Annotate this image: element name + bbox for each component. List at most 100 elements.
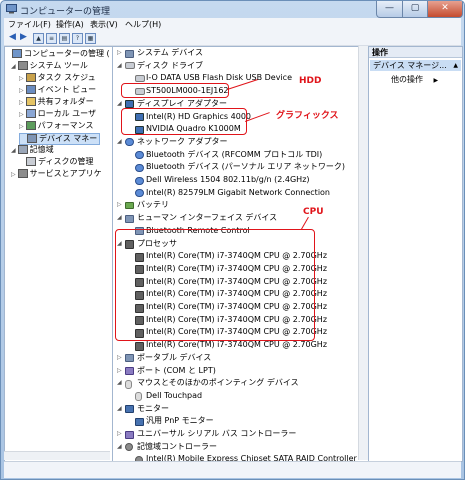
properties-icon[interactable]: ▤: [59, 33, 70, 44]
expand-arrow-icon[interactable]: ▷: [117, 353, 122, 363]
expand-arrow-icon[interactable]: ▷: [19, 111, 24, 118]
device-item[interactable]: Dell Touchpad: [146, 391, 202, 401]
expand-arrow-icon[interactable]: ▷: [117, 48, 122, 58]
processor-icon: [135, 341, 144, 351]
menu-file[interactable]: ファイル(F): [8, 19, 51, 30]
show-tree-icon[interactable]: ≡: [46, 33, 57, 44]
tree-item-label: コンピューターの管理 (: [24, 49, 110, 58]
cpu-annotation: CPU: [303, 207, 324, 217]
tree-item[interactable]: ▷ タスク スケジュ: [19, 73, 98, 83]
actions-more[interactable]: 他の操作 ▶: [391, 74, 438, 85]
horizontal-scrollbar[interactable]: [4, 451, 110, 460]
status-bar: [4, 461, 461, 478]
storage-icon: [17, 145, 28, 154]
tree-item[interactable]: ▷ ローカル ユーザ: [19, 109, 98, 119]
title-bar[interactable]: コンピューターの管理 — ▢ ✕: [1, 1, 464, 18]
device-category[interactable]: システム デバイス: [137, 48, 203, 58]
expand-arrow-icon[interactable]: ◢: [117, 404, 122, 414]
device-item[interactable]: I-O DATA USB Flash Disk USB Device: [146, 73, 292, 83]
expand-arrow-icon[interactable]: ▷: [19, 75, 24, 82]
device-category[interactable]: ポータブル デバイス: [137, 353, 211, 363]
tree-item[interactable]: ▷ サービスとアプリケ: [11, 169, 104, 179]
tools-icon: [17, 61, 28, 70]
tree-item[interactable]: コンピューターの管理 (: [5, 49, 112, 59]
expand-arrow-icon[interactable]: ◢: [117, 213, 122, 223]
tree-item-label: パフォーマンス: [37, 121, 94, 130]
expand-arrow-icon[interactable]: ◢: [117, 99, 122, 109]
expand-arrow-icon[interactable]: ◢: [117, 137, 122, 147]
device-category[interactable]: ディスク ドライブ: [137, 61, 203, 71]
tree-item-label: タスク スケジュ: [37, 73, 96, 82]
device-item[interactable]: Bluetooth デバイス (RFCOMM プロトコル TDI): [146, 150, 322, 160]
help-icon[interactable]: ?: [72, 33, 83, 44]
device-category[interactable]: 記憶域コントローラー: [137, 442, 217, 452]
storage-controller-icon: [125, 443, 133, 452]
tree-item-label: ディスクの管理: [38, 157, 94, 166]
tree-item[interactable]: ◢ システム ツール: [11, 61, 90, 71]
tree-item[interactable]: ◢ 記憶域: [11, 145, 56, 155]
device-category[interactable]: マウスとそのほかのポインティング デバイス: [137, 378, 299, 388]
device-category[interactable]: ユニバーサル シリアル バス コントローラー: [137, 429, 296, 439]
tree-item[interactable]: デバイス マネー: [19, 133, 101, 145]
toolbar: ◀ ▶ ▲ ≡ ▤ ? ▦: [4, 31, 461, 46]
expand-arrow-icon[interactable]: ◢: [11, 147, 16, 154]
network-adapter-icon: [135, 189, 144, 198]
expand-arrow-icon[interactable]: ▷: [117, 429, 122, 439]
menu-bar: ファイル(F) 操作(A) 表示(V) ヘルプ(H): [4, 18, 461, 31]
graphics-highlight-box: [121, 108, 247, 135]
up-folder-icon[interactable]: ▲: [33, 33, 44, 44]
device-icon: [125, 49, 134, 58]
device-item[interactable]: Bluetooth デバイス (パーソナル エリア ネットワーク): [146, 162, 345, 172]
expand-arrow-icon[interactable]: ▷: [19, 99, 24, 106]
device-item[interactable]: Intel(R) 82579LM Gigabit Network Connect…: [146, 188, 330, 198]
actions-device-manager[interactable]: デバイス マネージ... ▲: [370, 60, 461, 71]
expand-arrow-icon[interactable]: ▷: [117, 200, 122, 210]
tree-item-label: サービスとアプリケ: [29, 169, 102, 178]
expand-arrow-icon[interactable]: ◢: [117, 378, 122, 388]
computer-icon: [12, 49, 22, 58]
expand-arrow-icon[interactable]: ◢: [117, 442, 122, 452]
expand-arrow-icon[interactable]: ◢: [11, 63, 16, 70]
actions-more-label: 他の操作: [391, 75, 423, 84]
menu-help[interactable]: ヘルプ(H): [125, 19, 161, 30]
collapse-up-icon[interactable]: ▲: [453, 60, 458, 71]
device-item[interactable]: Intel(R) Core(TM) i7-3740QM CPU @ 2.70GH…: [146, 340, 327, 350]
event-icon: [25, 85, 36, 94]
menu-view[interactable]: 表示(V): [90, 19, 118, 30]
close-button[interactable]: ✕: [427, 1, 463, 18]
port-icon: [125, 367, 134, 375]
device-manager-icon: [27, 134, 37, 143]
disk-icon: [26, 157, 36, 166]
folder-icon: [25, 97, 36, 106]
device-category[interactable]: バッテリ: [137, 200, 169, 210]
vertical-scrollbar[interactable]: [358, 46, 368, 460]
actions-selected-label: デバイス マネージ...: [373, 61, 447, 70]
expand-arrow-icon[interactable]: ◢: [117, 61, 122, 71]
device-category[interactable]: ネットワーク アダプター: [137, 137, 228, 147]
view-icon[interactable]: ▦: [85, 33, 96, 44]
actions-header: 操作: [369, 47, 462, 58]
minimize-button[interactable]: —: [376, 1, 403, 18]
hdd-highlight-box: [121, 83, 229, 98]
device-category[interactable]: ヒューマン インターフェイス デバイス: [137, 213, 277, 223]
back-arrow-icon[interactable]: ◀: [7, 32, 18, 43]
device-category[interactable]: ポート (COM と LPT): [137, 366, 216, 376]
device-category[interactable]: モニター: [137, 404, 169, 414]
menu-action[interactable]: 操作(A): [56, 19, 84, 30]
maximize-button[interactable]: ▢: [402, 1, 428, 18]
expand-arrow-icon[interactable]: ▷: [11, 171, 16, 178]
forward-arrow-icon[interactable]: ▶: [18, 32, 29, 43]
device-item[interactable]: Dell Wireless 1504 802.11b/g/n (2.4GHz): [146, 175, 310, 185]
expand-arrow-icon[interactable]: ▷: [117, 366, 122, 376]
tree-item-label: イベント ビュー: [37, 85, 97, 94]
tree-item[interactable]: ディスクの管理: [19, 157, 95, 167]
port-icon: [125, 430, 134, 439]
hdd-annotation: HDD: [299, 76, 322, 86]
expand-arrow-icon[interactable]: ▷: [19, 123, 24, 130]
tree-item[interactable]: ▷ パフォーマンス: [19, 121, 95, 131]
device-item[interactable]: 汎用 PnP モニター: [146, 416, 214, 426]
expand-arrow-icon[interactable]: ▷: [19, 87, 24, 94]
tree-item[interactable]: ▷ イベント ビュー: [19, 85, 98, 95]
device-icon: [125, 354, 134, 363]
tree-item[interactable]: ▷ 共有フォルダー: [19, 97, 96, 107]
